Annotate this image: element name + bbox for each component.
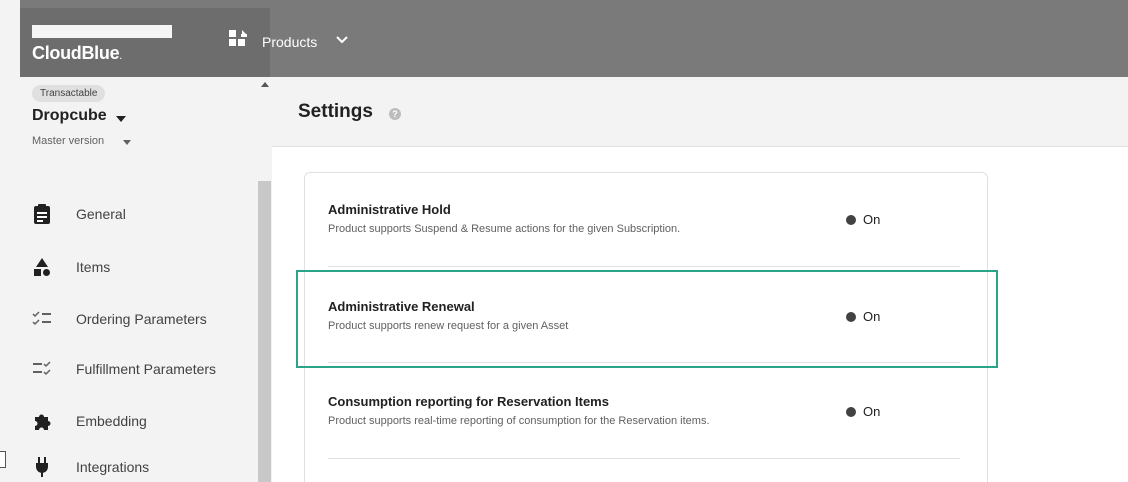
sidebar-item-embedding[interactable]: Embedding (32, 409, 147, 433)
setting-administrative-hold: Administrative Hold Product supports Sus… (328, 202, 680, 235)
header-left-strip (0, 0, 20, 77)
products-grid-icon[interactable] (229, 30, 251, 46)
caret-down-icon[interactable] (116, 116, 126, 122)
setting-description: Product supports Suspend & Resume action… (328, 223, 681, 235)
page-title: Settings (298, 101, 373, 122)
checklist-icon (32, 309, 52, 329)
setting-description: Product supports real-time reporting of … (328, 415, 710, 427)
row-divider (328, 458, 960, 459)
sidebar-item-label: Items (76, 259, 111, 275)
logo-dot: . (119, 50, 123, 62)
sidebar-item-label: Ordering Parameters (76, 311, 207, 327)
logo-bar (32, 25, 172, 38)
logo[interactable]: CloudBlue. (32, 43, 122, 64)
sidebar-item-general[interactable]: General (32, 202, 126, 226)
sidebar-item-fulfillment-parameters[interactable]: Fulfillment Parameters (32, 357, 216, 381)
edge-marker (0, 451, 6, 468)
sidebar-item-ordering-parameters[interactable]: Ordering Parameters (32, 307, 207, 331)
plug-icon (32, 457, 52, 477)
sidebar-item-label: Integrations (76, 459, 150, 475)
products-menu[interactable]: Products (262, 34, 317, 50)
status-dot-icon (846, 214, 856, 225)
sidebar-item-items[interactable]: Items (32, 255, 110, 279)
setting-status[interactable]: On (846, 212, 880, 227)
setting-title: Administrative Hold (328, 202, 451, 217)
sidebar-scrollbar-thumb[interactable] (258, 181, 271, 482)
product-name[interactable]: Dropcube (32, 107, 107, 125)
status-label: On (863, 212, 881, 227)
setting-title: Consumption reporting for Reservation It… (328, 394, 609, 409)
row-divider (328, 266, 960, 267)
highlight-box (296, 270, 998, 368)
setting-consumption-reporting: Consumption reporting for Reservation It… (328, 394, 710, 427)
sidebar-item-label: General (76, 206, 126, 222)
help-icon[interactable]: ? (389, 108, 401, 120)
sidebar-item-integrations[interactable]: Integrations (32, 455, 149, 479)
sidebar-item-label: Embedding (76, 413, 147, 429)
caret-down-icon[interactable] (123, 140, 131, 145)
checklist-alt-icon (32, 359, 52, 379)
setting-status[interactable]: On (846, 404, 880, 419)
status-label: On (863, 404, 881, 419)
scroll-up-icon[interactable] (261, 81, 269, 87)
transactable-badge: Transactable (32, 85, 106, 102)
version-selector[interactable]: Master version (32, 135, 104, 147)
clipboard-icon (32, 204, 52, 224)
logo-text: CloudBlue (32, 43, 120, 63)
chevron-down-icon[interactable] (335, 35, 349, 45)
shapes-icon (32, 257, 52, 277)
puzzle-icon (32, 411, 52, 431)
sidebar-item-label: Fulfillment Parameters (76, 361, 217, 377)
status-dot-icon (846, 406, 856, 417)
